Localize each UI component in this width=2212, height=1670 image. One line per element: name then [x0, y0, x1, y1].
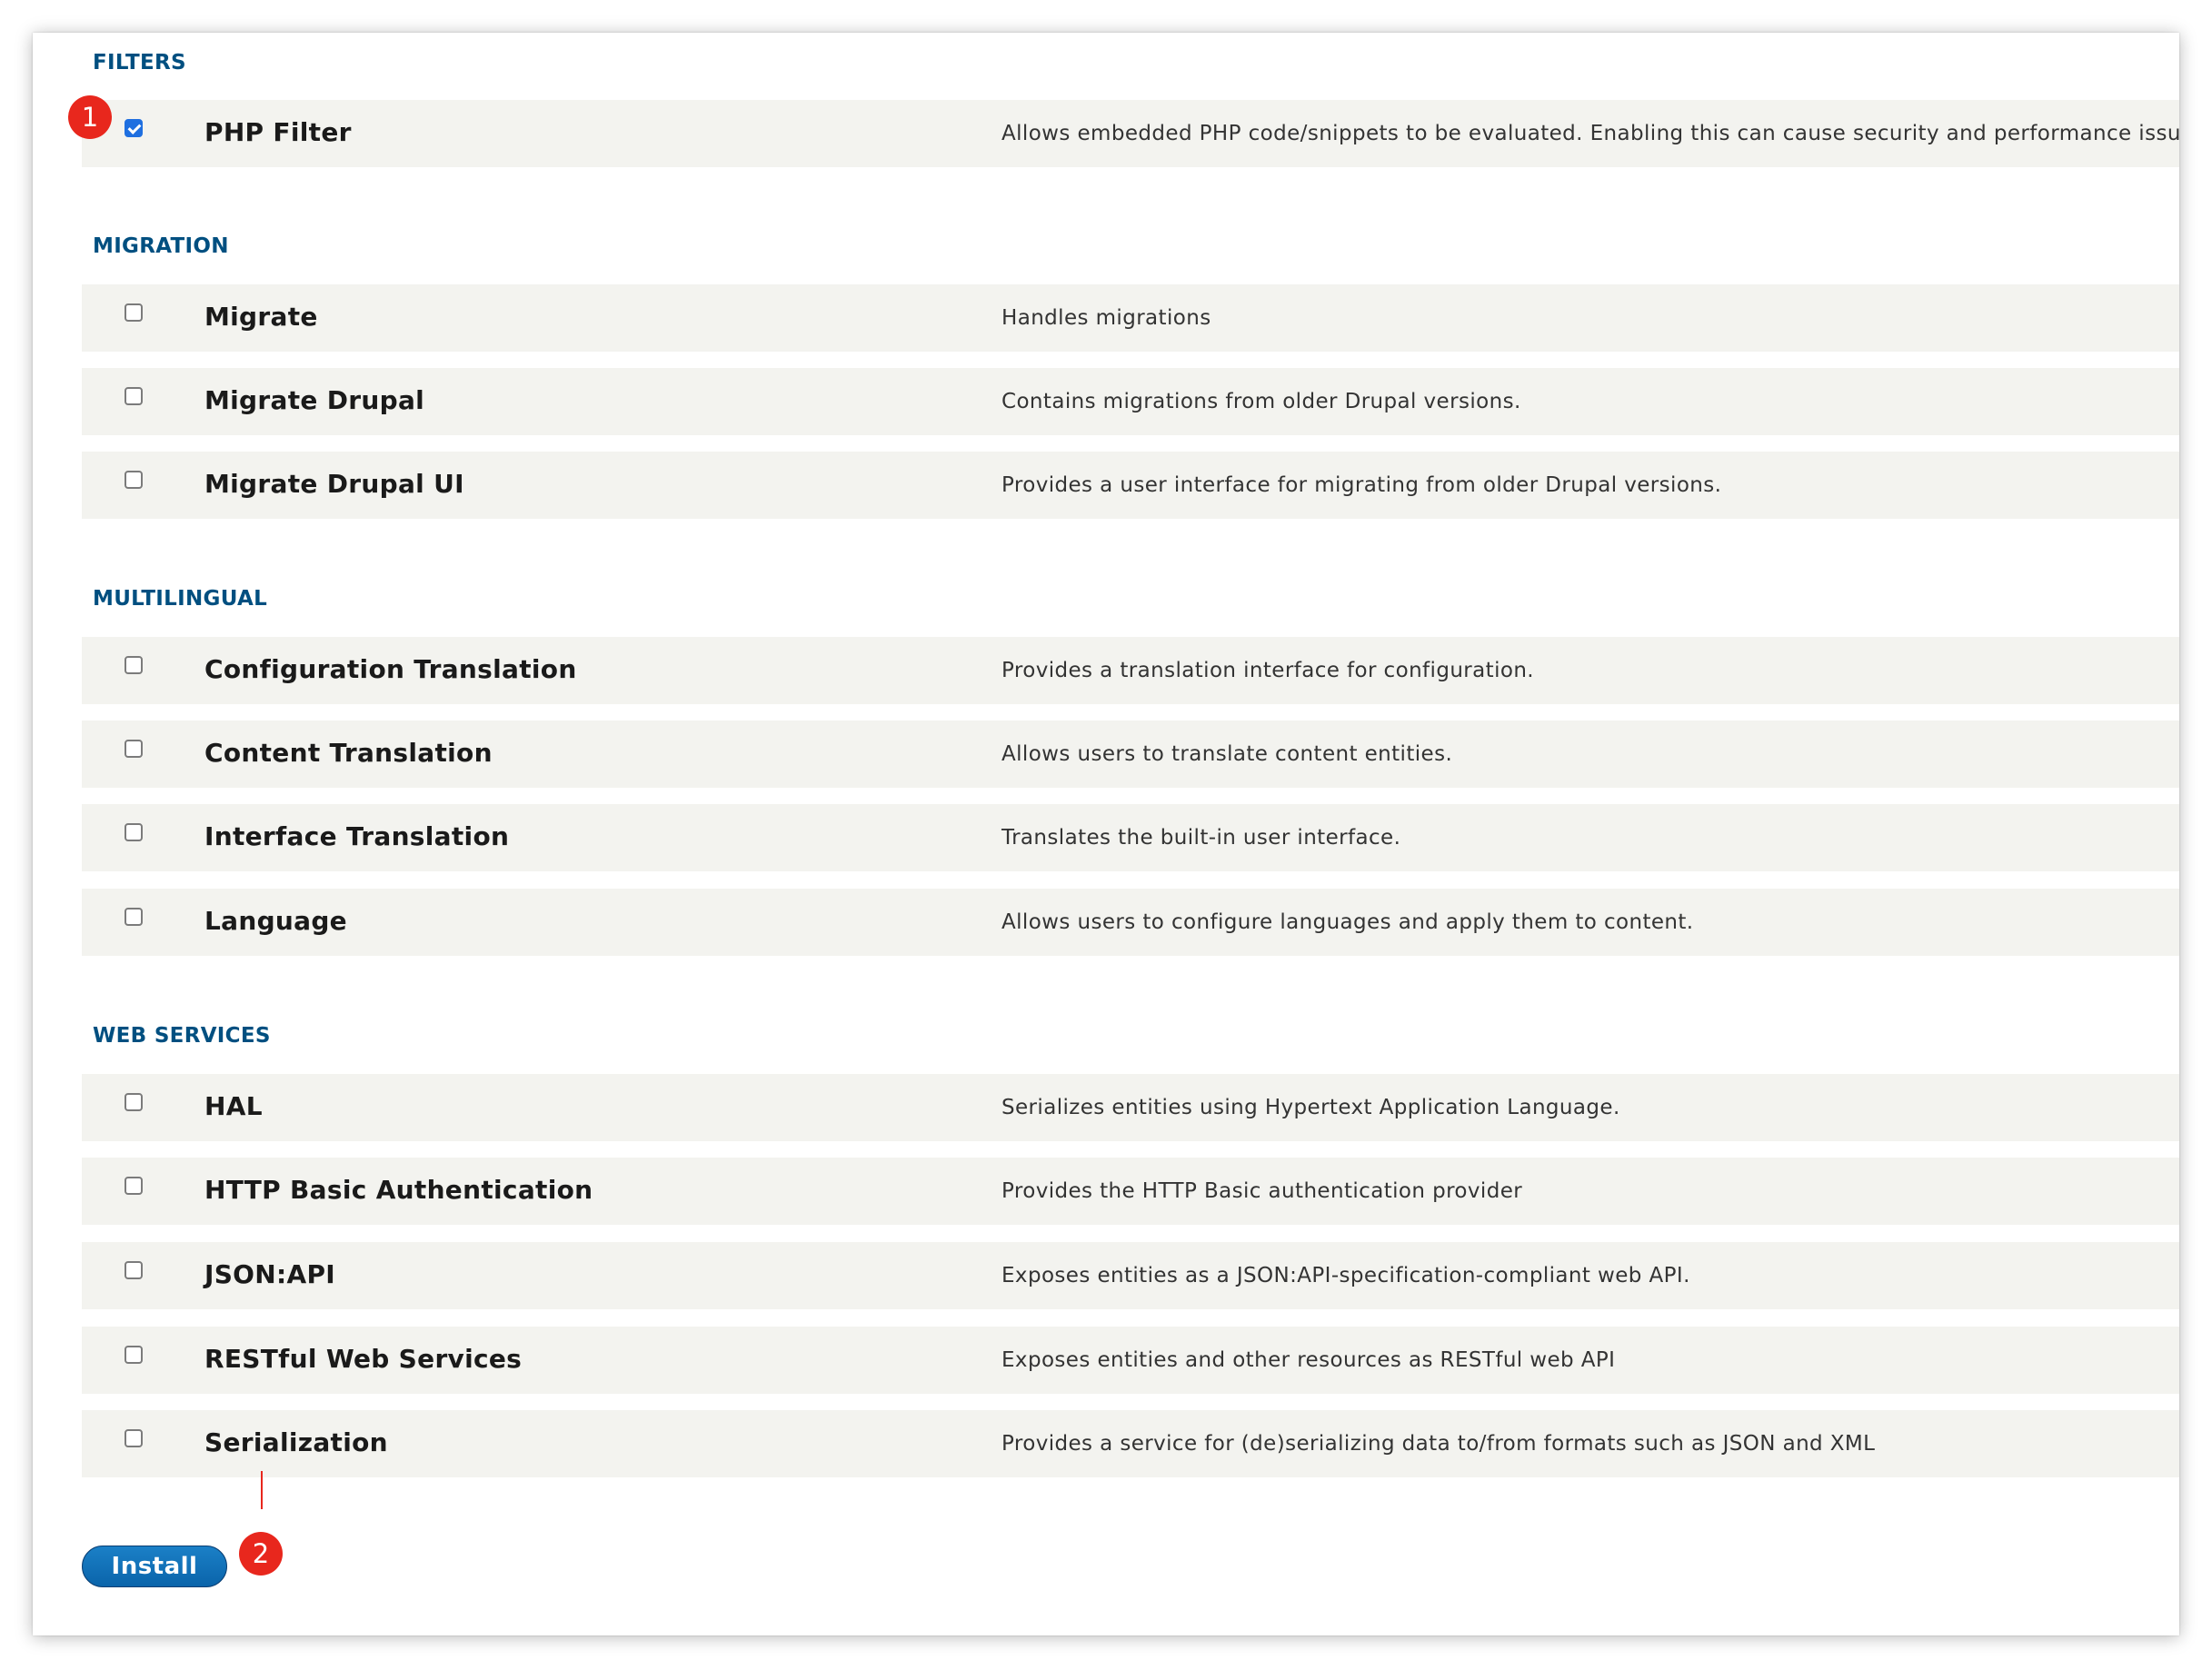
- module-row-migrate-drupal: Migrate Drupal Contains migrations from …: [82, 368, 2179, 435]
- section-title-filters: FILTERS: [93, 51, 186, 75]
- module-name: Migrate Drupal: [204, 385, 425, 415]
- module-description: Provides a user interface for migrating …: [1001, 473, 1722, 497]
- configuration-translation-checkbox[interactable]: [125, 656, 143, 674]
- module-name: Language: [204, 906, 347, 936]
- module-description: Translates the built-in user interface.: [1001, 826, 1401, 850]
- callout-badge-1: 1: [68, 95, 112, 139]
- module-description: Serializes entities using Hypertext Appl…: [1001, 1096, 1620, 1119]
- content-translation-checkbox[interactable]: [125, 740, 143, 758]
- module-name: JSON:API: [204, 1259, 336, 1289]
- restful-web-services-checkbox[interactable]: [125, 1346, 143, 1364]
- module-description: Provides the HTTP Basic authentication p…: [1001, 1179, 1523, 1203]
- module-row-content-translation: Content Translation Allows users to tran…: [82, 721, 2179, 788]
- module-description: Handles migrations: [1001, 306, 1211, 330]
- http-basic-authentication-checkbox[interactable]: [125, 1177, 143, 1195]
- section-title-web-services: WEB SERVICES: [93, 1024, 271, 1048]
- module-name: RESTful Web Services: [204, 1344, 523, 1374]
- module-description: Exposes entities as a JSON:API-specifica…: [1001, 1264, 1690, 1287]
- module-name: Serialization: [204, 1427, 388, 1457]
- module-row-migrate: Migrate Handles migrations: [82, 284, 2179, 352]
- migrate-drupal-checkbox[interactable]: [125, 387, 143, 405]
- hal-checkbox[interactable]: [125, 1093, 143, 1111]
- section-title-multilingual: MULTILINGUAL: [93, 587, 268, 611]
- module-row-restful-web-services: RESTful Web Services Exposes entities an…: [82, 1327, 2179, 1394]
- module-list-panel: FILTERS PHP Filter Allows embedded PHP c…: [33, 33, 2179, 1635]
- module-name: Migrate: [204, 302, 318, 332]
- module-row-configuration-translation: Configuration Translation Provides a tra…: [82, 637, 2179, 704]
- module-name: HAL: [204, 1091, 263, 1121]
- module-description: Exposes entities and other resources as …: [1001, 1348, 1616, 1372]
- php-filter-checkbox[interactable]: [125, 119, 143, 137]
- section-title-migration: MIGRATION: [93, 234, 229, 258]
- serialization-checkbox[interactable]: [125, 1429, 143, 1447]
- module-row-json-api: JSON:API Exposes entities as a JSON:API-…: [82, 1242, 2179, 1309]
- interface-translation-checkbox[interactable]: [125, 823, 143, 841]
- callout-connector-line: [261, 1471, 263, 1509]
- module-row-interface-translation: Interface Translation Translates the bui…: [82, 804, 2179, 871]
- module-row-http-basic-authentication: HTTP Basic Authentication Provides the H…: [82, 1158, 2179, 1225]
- module-description: Allows embedded PHP code/snippets to be …: [1001, 122, 2179, 145]
- module-name: Interface Translation: [204, 821, 510, 851]
- module-description: Provides a translation interface for con…: [1001, 659, 1535, 682]
- module-name: Migrate Drupal UI: [204, 469, 464, 499]
- module-row-hal: HAL Serializes entities using Hypertext …: [82, 1074, 2179, 1141]
- migrate-drupal-ui-checkbox[interactable]: [125, 471, 143, 489]
- module-description: Allows users to configure languages and …: [1001, 910, 1694, 934]
- module-row-serialization: Serialization Provides a service for (de…: [82, 1410, 2179, 1477]
- module-row-language: Language Allows users to configure langu…: [82, 889, 2179, 956]
- module-description: Allows users to translate content entiti…: [1001, 742, 1453, 766]
- module-name: Content Translation: [204, 738, 493, 768]
- language-checkbox[interactable]: [125, 908, 143, 926]
- callout-badge-2: 2: [239, 1532, 283, 1576]
- module-row-migrate-drupal-ui: Migrate Drupal UI Provides a user interf…: [82, 452, 2179, 519]
- module-name: Configuration Translation: [204, 654, 577, 684]
- migrate-checkbox[interactable]: [125, 303, 143, 322]
- module-name: PHP Filter: [204, 117, 352, 147]
- module-row-php-filter: PHP Filter Allows embedded PHP code/snip…: [82, 100, 2179, 167]
- install-button[interactable]: Install: [82, 1546, 227, 1587]
- module-name: HTTP Basic Authentication: [204, 1175, 593, 1205]
- json-api-checkbox[interactable]: [125, 1261, 143, 1279]
- module-description: Contains migrations from older Drupal ve…: [1001, 390, 1521, 413]
- module-description: Provides a service for (de)serializing d…: [1001, 1432, 1876, 1456]
